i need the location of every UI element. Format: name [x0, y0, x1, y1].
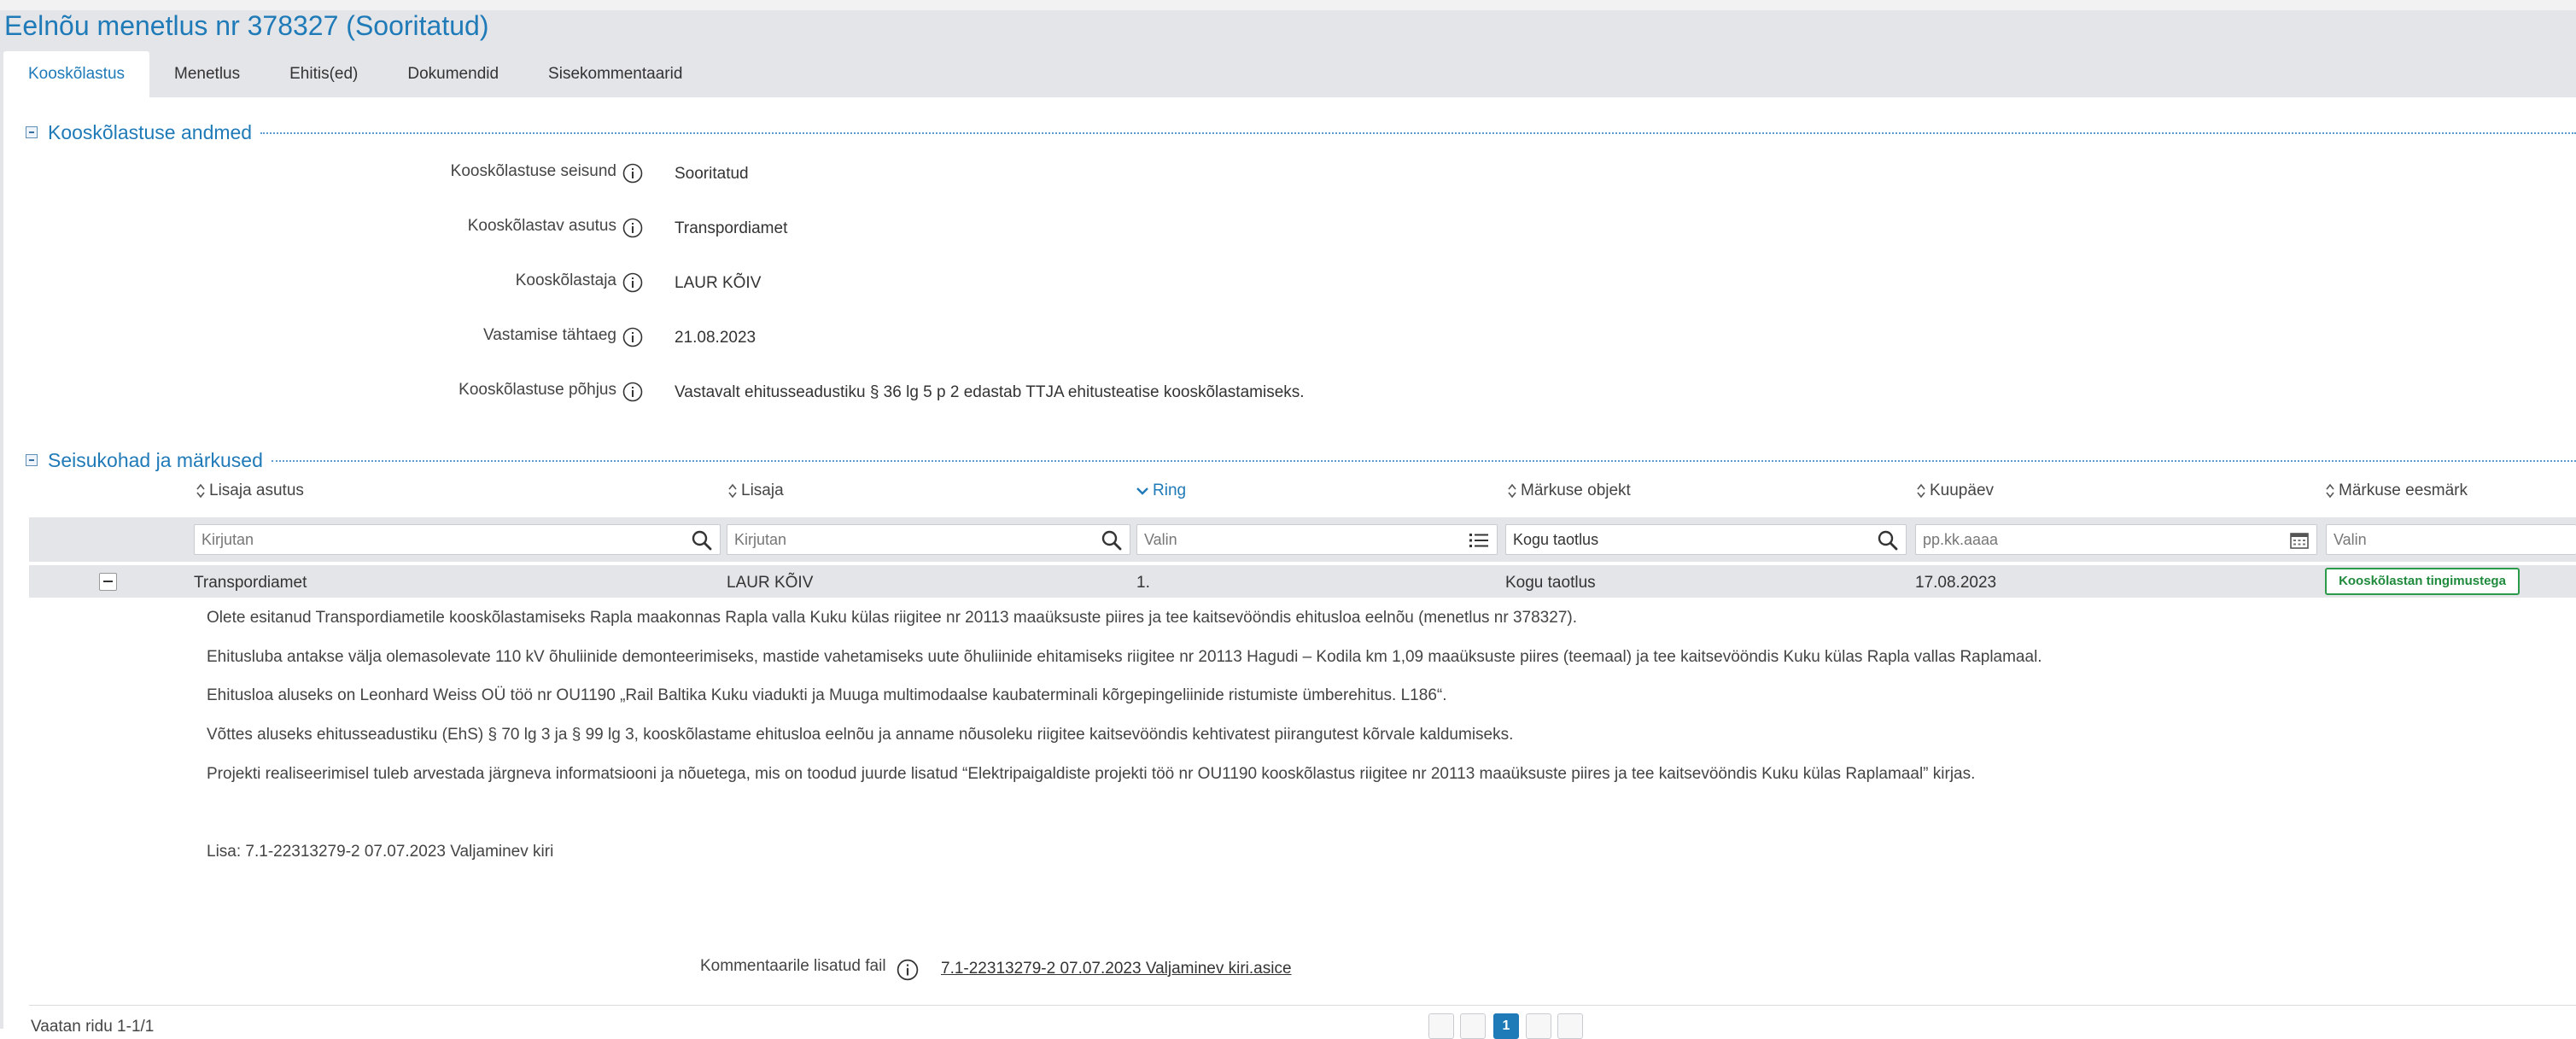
- search-icon[interactable]: [1877, 529, 1899, 552]
- purpose-filter[interactable]: Valin: [2326, 524, 2576, 555]
- column-header-round[interactable]: Ring: [1136, 482, 1186, 500]
- info-icon[interactable]: [622, 163, 643, 184]
- previous-page-button[interactable]: [1460, 1013, 1486, 1039]
- column-header-label: Lisaja asutus: [209, 482, 304, 499]
- comment-paragraph: Võttes aluseks ehitusseadustiku (EhS) § …: [207, 726, 1514, 744]
- row-count: Vaatan ridu 1-1/1: [31, 1018, 155, 1036]
- sort-icon: [728, 483, 737, 499]
- attached-file-label: Kommentaarile lisatud fail: [700, 957, 886, 975]
- tab-bar: Kooskõlastus Menetlus Ehitis(ed) Dokumen…: [3, 51, 707, 97]
- sort-icon: [196, 483, 205, 499]
- object-filter[interactable]: Kogu taotlus: [1505, 524, 1907, 555]
- row-collapse-button[interactable]: [99, 573, 117, 591]
- tab-sisekommentaarid[interactable]: Sisekommentaarid: [523, 51, 707, 97]
- remarks-section-header: Seisukohad ja märkused: [26, 447, 2576, 473]
- institution-filter: [194, 524, 721, 555]
- purpose-filter-placeholder: Valin: [2334, 531, 2367, 548]
- info-icon[interactable]: [622, 272, 643, 293]
- column-header-label: Märkuse objekt: [1521, 482, 1631, 499]
- comment-paragraph: Projekti realiseerimisel tuleb arvestada…: [207, 765, 1976, 783]
- sort-desc-icon: [1136, 487, 1148, 495]
- page-number-button[interactable]: 1: [1493, 1013, 1519, 1039]
- sort-icon: [1917, 483, 1925, 499]
- info-icon[interactable]: [897, 959, 919, 981]
- field-label: Vastamise tähtaeg: [483, 326, 616, 344]
- date-filter: [1915, 524, 2317, 555]
- tab-kooskolastus[interactable]: Kooskõlastus: [3, 51, 150, 97]
- field-deadline: Vastamise tähtaeg 21.08.2023: [0, 323, 2576, 352]
- field-reason: Kooskõlastuse põhjus Vastavalt ehitussea…: [0, 377, 2576, 406]
- column-header-label: Kuupäev: [1930, 482, 1995, 499]
- author-filter: [727, 524, 1130, 555]
- column-header-purpose[interactable]: Märkuse eesmärk: [2325, 482, 2468, 500]
- object-filter-value: Kogu taotlus: [1513, 531, 1599, 548]
- field-label: Kooskõlastuse seisund: [450, 162, 616, 180]
- comment-paragraph: Olete esitanud Transpordiametile kooskõl…: [207, 609, 1577, 627]
- table-footer-divider: [29, 1005, 2576, 1006]
- field-institution: Kooskõlastav asutus Transpordiamet: [0, 213, 2576, 242]
- round-filter[interactable]: Valin: [1136, 524, 1498, 555]
- list-icon[interactable]: [1468, 529, 1490, 552]
- field-value: LAUR KÕIV: [675, 274, 762, 292]
- sort-icon: [1508, 483, 1516, 499]
- tab-dokumendid[interactable]: Dokumendid: [383, 51, 523, 97]
- column-header-object[interactable]: Märkuse objekt: [1507, 482, 1631, 500]
- collapse-icon[interactable]: [26, 126, 38, 138]
- attached-file-link[interactable]: 7.1-22313279-2 07.07.2023 Valjaminev kir…: [941, 960, 1292, 978]
- tab-ehitised[interactable]: Ehitis(ed): [265, 51, 383, 97]
- field-value: Sooritatud: [675, 165, 749, 183]
- search-icon[interactable]: [1101, 529, 1123, 552]
- field-value: 21.08.2023: [675, 329, 756, 347]
- collapse-icon[interactable]: [26, 454, 38, 466]
- field-value: Vastavalt ehitusseadustiku § 36 lg 5 p 2…: [675, 383, 1305, 401]
- sort-icon: [2326, 483, 2334, 499]
- cell-author: LAUR KÕIV: [727, 574, 814, 592]
- column-header-date[interactable]: Kuupäev: [1916, 482, 1994, 500]
- column-header-author[interactable]: Lisaja: [727, 482, 784, 500]
- cell-object: Kogu taotlus: [1505, 574, 1596, 592]
- calendar-icon[interactable]: [2289, 530, 2310, 551]
- field-status: Kooskõlastuse seisund Sooritatud: [0, 159, 2576, 188]
- coordination-section-title: Kooskõlastuse andmed: [48, 120, 253, 143]
- column-header-label: Lisaja: [741, 482, 784, 499]
- remarks-section-title: Seisukohad ja märkused: [48, 448, 263, 471]
- field-label: Kooskõlastav asutus: [467, 217, 616, 235]
- info-icon[interactable]: [622, 218, 643, 238]
- comment-paragraph: Ehitusluba antakse välja olemasolevate 1…: [207, 648, 2042, 666]
- info-icon[interactable]: [622, 327, 643, 347]
- cell-round: 1.: [1136, 574, 1150, 592]
- column-header-label: Märkuse eesmärk: [2339, 482, 2468, 499]
- cell-institution: Transpordiamet: [194, 574, 307, 592]
- author-filter-input[interactable]: [734, 529, 1094, 550]
- column-header-institution[interactable]: Lisaja asutus: [196, 482, 304, 500]
- section-divider: [271, 460, 2576, 462]
- status-badge: Kooskõlastan tingimustega: [2325, 568, 2520, 595]
- search-icon[interactable]: [691, 529, 713, 552]
- next-page-button[interactable]: [1526, 1013, 1551, 1039]
- comment-paragraph: Lisa: 7.1-22313279-2 07.07.2023 Valjamin…: [207, 843, 554, 861]
- field-coordinator: Kooskõlastaja LAUR KÕIV: [0, 268, 2576, 297]
- comment-paragraph: Ehitusloa aluseks on Leonhard Weiss OÜ t…: [207, 686, 1447, 704]
- section-divider: [260, 132, 2576, 134]
- last-page-button[interactable]: [1557, 1013, 1583, 1039]
- info-icon[interactable]: [622, 382, 643, 402]
- table-row[interactable]: [29, 565, 2576, 598]
- field-value: Transpordiamet: [675, 219, 788, 237]
- top-band: [0, 0, 2576, 10]
- tab-menetlus[interactable]: Menetlus: [149, 51, 265, 97]
- field-label: Kooskõlastuse põhjus: [459, 381, 616, 399]
- date-filter-input[interactable]: [1923, 529, 2281, 550]
- page-title: Eelnõu menetlus nr 378327 (Sooritatud): [4, 10, 489, 41]
- institution-filter-input[interactable]: [202, 529, 684, 550]
- column-header-label: Ring: [1153, 482, 1187, 499]
- coordination-section-header: Kooskõlastuse andmed: [26, 120, 2576, 145]
- round-filter-placeholder: Valin: [1144, 531, 1177, 548]
- first-page-button[interactable]: [1428, 1013, 1454, 1039]
- cell-date: 17.08.2023: [1915, 574, 1997, 592]
- field-label: Kooskõlastaja: [515, 271, 616, 289]
